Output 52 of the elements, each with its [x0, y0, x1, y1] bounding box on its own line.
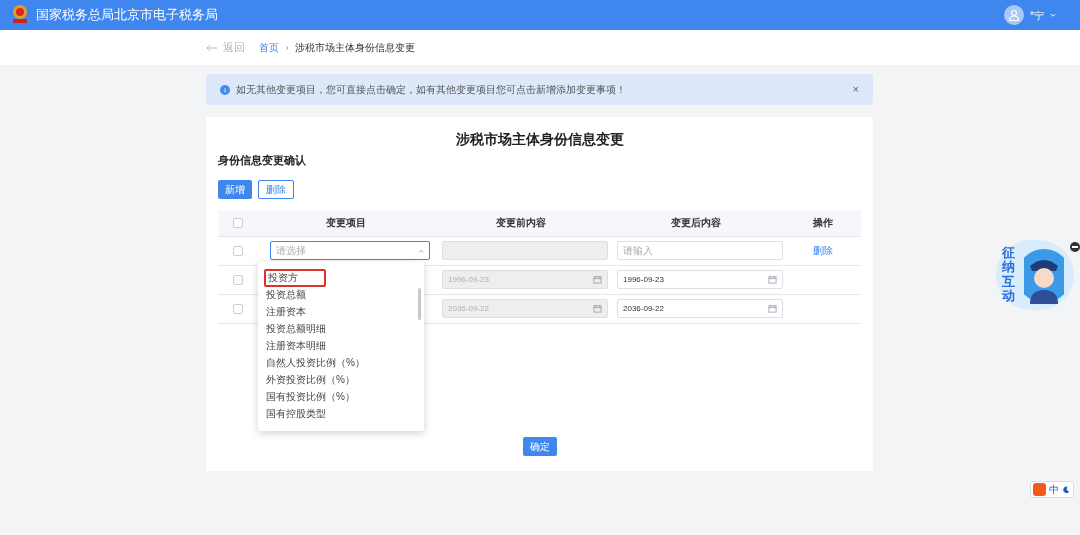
date-field[interactable]: 2036-09-22 — [617, 299, 783, 318]
close-button[interactable]: × — [852, 84, 859, 95]
column-header: 变更后内容 — [669, 216, 722, 230]
dropdown-option[interactable]: 国有投资比例（%） — [264, 389, 357, 404]
confirm-button[interactable]: 确定 — [522, 437, 557, 456]
avatar-icon[interactable] — [1004, 5, 1025, 25]
dropdown-option[interactable]: 投资总额明细 — [264, 321, 328, 336]
dropdown-option[interactable]: 国有控股类型 — [264, 406, 328, 421]
column-header: 变更项目 — [324, 216, 367, 230]
dropdown-option[interactable]: 外资投资比例（%） — [264, 372, 357, 387]
dropdown-option[interactable]: 注册资本 — [264, 304, 308, 319]
disabled-field: 2036-09-22 — [442, 299, 608, 318]
breadcrumb-link[interactable]: 首页 — [259, 40, 279, 55]
column-header: 变更前内容 — [494, 216, 547, 230]
caret-icon — [418, 248, 424, 253]
scrollbar-thumb[interactable] — [418, 288, 421, 320]
emblem-icon — [10, 4, 30, 26]
dropdown-option[interactable]: 自然人投资比例（%） — [264, 355, 367, 370]
calendar-icon — [768, 304, 777, 313]
ime-logo-icon — [1033, 483, 1046, 496]
breadcrumb-current: 涉税市场主体身份信息变更 — [295, 41, 415, 55]
calendar-icon — [593, 275, 602, 284]
date-field[interactable]: 1996-09-23 — [617, 270, 783, 289]
column-header: 操作 — [812, 216, 834, 230]
dropdown-option[interactable]: 注册资本明细 — [264, 338, 328, 353]
delete-button[interactable]: 删除 — [258, 179, 294, 199]
page-title: 涉税市场主体身份信息变更 — [454, 130, 625, 149]
site-title: 国家税务总局北京市电子税务局 — [36, 6, 218, 25]
dropdown-option[interactable]: 投资总额 — [264, 287, 308, 302]
ime-toolbar[interactable]: 中 — [1030, 481, 1074, 498]
checkbox[interactable] — [233, 217, 243, 228]
calendar-icon — [768, 275, 777, 284]
checkbox[interactable] — [233, 245, 243, 256]
minimize-icon[interactable] — [1070, 242, 1080, 252]
user-name[interactable]: *宁 — [1030, 7, 1044, 23]
info-icon — [220, 84, 230, 95]
chevron-down-icon[interactable] — [1050, 12, 1056, 18]
assistant-label: 征纳互动 — [1002, 246, 1015, 304]
calendar-icon — [593, 304, 602, 313]
checkbox[interactable] — [233, 274, 243, 285]
chevron-right-icon — [285, 44, 289, 51]
alert-message: 如无其他变更项目，您可直接点击确定，如有其他变更项目您可点击新增添加变更事项！ — [236, 83, 627, 97]
section-title: 身份信息变更确认 — [218, 153, 307, 168]
delete-link[interactable]: 删除 — [813, 243, 833, 258]
person-figure-icon — [1024, 248, 1064, 304]
checkbox[interactable] — [233, 303, 243, 314]
dropdown-option[interactable]: 投资方 — [264, 268, 326, 287]
back-arrow-icon[interactable] — [206, 43, 217, 52]
moon-icon — [1062, 485, 1070, 494]
assistant-widget[interactable]: 征纳互动 — [996, 240, 1074, 310]
ime-mode: 中 — [1049, 483, 1059, 497]
add-button[interactable]: 新增 — [218, 179, 252, 199]
